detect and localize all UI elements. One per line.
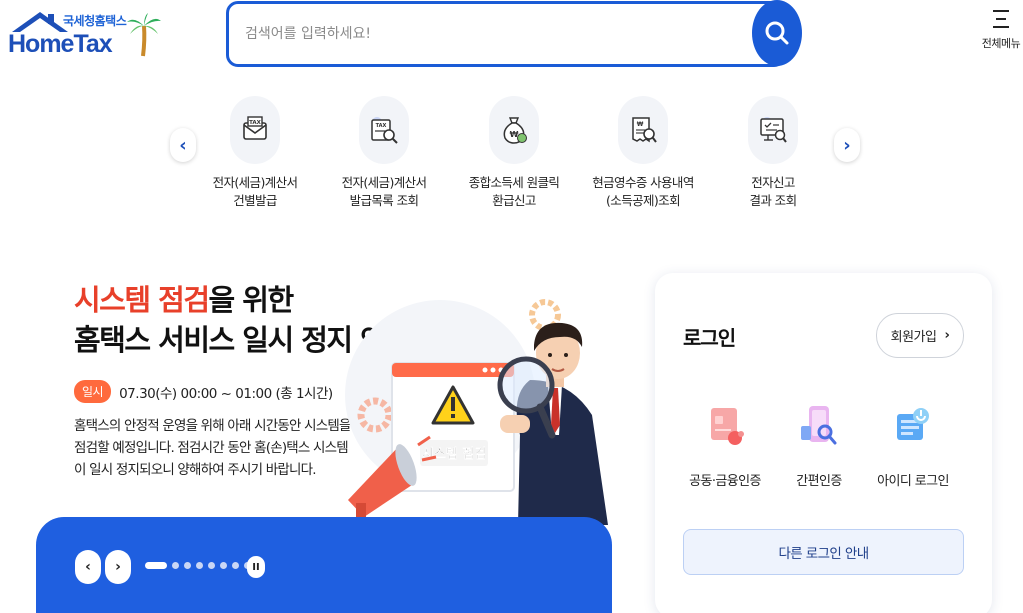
pagination-dot[interactable] [232, 562, 239, 569]
banner-next-button[interactable]: › [105, 550, 131, 584]
quick-menu-icon-bg: ₩ [618, 96, 668, 164]
login-method-icon-wrap [885, 398, 941, 454]
chevron-right-icon: › [944, 328, 950, 343]
quick-menu-label: 현금영수증 사용내역 (소득공제)조회 [592, 175, 694, 208]
quick-menu-icon-bg: TAX [230, 96, 280, 164]
banner-title-rest: 을 위한 [208, 283, 295, 317]
search-box [226, 1, 786, 67]
quick-menu-next-button[interactable]: › [834, 128, 860, 162]
schedule-time: 07.30(수) 00:00 ~ 01:00 (총 1시간) [119, 385, 333, 402]
login-title: 로그인 [683, 326, 736, 350]
phone-auth-icon [801, 406, 837, 445]
login-method-label: 아이디 로그인 [877, 474, 949, 489]
sign-up-button[interactable]: 회원가입 › [876, 313, 964, 358]
report-result-icon [760, 117, 787, 143]
hamburger-icon [993, 10, 1009, 28]
hometax-logo[interactable]: 국세청홈택스 HomeTax [8, 10, 163, 62]
businessman-figure [516, 322, 608, 525]
sign-up-label: 회원가입 [890, 330, 937, 345]
banner-description: 홈택스의 안정적 운영을 위해 아래 시간동안 시스템을 점검할 예정입니다. … [74, 418, 351, 478]
certificate-card-icon [711, 408, 744, 445]
id-login-icon [897, 408, 929, 440]
pagination-dot[interactable] [196, 562, 203, 569]
maintenance-illustration: 시스템 점검 [345, 299, 608, 525]
svg-text:₩: ₩ [637, 121, 644, 128]
receipt-search-icon: ₩ [632, 117, 657, 143]
quick-menu-icon-bg: ₩ [489, 96, 539, 164]
login-method-label: 공동·금융인증 [689, 474, 761, 489]
login-method-label: 간편인증 [796, 474, 842, 489]
svg-text:TAX: TAX [249, 120, 262, 126]
quick-menu-item-refund-report[interactable]: ₩ 종합소득세 원클릭 환급신고 [454, 96, 574, 210]
simple-auth-login-button[interactable]: 간편인증 [771, 398, 867, 489]
refund-money-bag-icon: ₩ [503, 117, 527, 144]
quick-menu-icon-bg [748, 96, 798, 164]
quick-menu-item-invoice-list[interactable]: TAX 전자(세금)계산서 발급목록 조회 [324, 96, 444, 210]
all-menu-button[interactable]: 전체메뉴 [980, 8, 1022, 51]
banner-pagination [145, 562, 256, 569]
pagination-dot[interactable] [145, 562, 167, 569]
pagination-dot[interactable] [172, 562, 179, 569]
palm-tree-icon [127, 13, 161, 57]
quick-menu-item-invoice-issue[interactable]: TAX 전자(세금)계산서 건별발급 [195, 96, 315, 210]
banner-title-highlight: 시스템 점검 [74, 283, 210, 317]
quick-menu-label: 전자신고 결과 조회 [749, 175, 798, 208]
pagination-dot[interactable] [208, 562, 215, 569]
all-menu-label: 전체메뉴 [981, 37, 1021, 50]
banner-schedule: 일시 07.30(수) 00:00 ~ 01:00 (총 1시간) [74, 380, 333, 403]
quick-menu-label: 전자(세금)계산서 건별발급 [212, 175, 298, 208]
certificate-login-button[interactable]: 공동·금융인증 [677, 398, 773, 489]
search-icon [765, 21, 789, 45]
banner-prev-button[interactable]: ‹ [75, 550, 101, 584]
invoice-search-icon: TAX [371, 117, 398, 144]
search-input[interactable] [245, 18, 725, 50]
tax-invoice-icon: TAX [243, 116, 267, 140]
svg-text:TAX: TAX [376, 123, 387, 129]
quick-menu-icon-bg: TAX [359, 96, 409, 164]
schedule-badge: 일시 [74, 380, 112, 403]
pagination-dot[interactable] [220, 562, 227, 569]
logo-wordmark: HomeTax [8, 30, 113, 58]
quick-menu-item-cash-receipt[interactable]: ₩ 현금영수증 사용내역 (소득공제)조회 [583, 96, 703, 210]
quick-menu-item-e-report-result[interactable]: 전자신고 결과 조회 [713, 96, 833, 210]
quick-menu-prev-button[interactable]: ‹ [170, 128, 196, 162]
quick-menu-label: 종합소득세 원클릭 환급신고 [468, 175, 560, 208]
hometax-main-page: 국세청홈택스 HomeTax 전체메뉴 ‹ › [0, 0, 1023, 613]
other-login-info-button[interactable]: 다른 로그인 안내 [683, 529, 964, 575]
logo-subtitle: 국세청홈택스 [63, 14, 127, 28]
pagination-dot[interactable] [184, 562, 191, 569]
illustration-sign-text: 시스템 점검 [422, 447, 486, 462]
quick-menu-label: 전자(세금)계산서 발급목록 조회 [341, 175, 427, 208]
id-login-button[interactable]: 아이디 로그인 [865, 398, 961, 489]
login-method-icon-wrap [791, 398, 847, 454]
login-method-icon-wrap [697, 398, 753, 454]
banner-pause-button[interactable]: II [247, 556, 265, 578]
search-button[interactable] [752, 0, 802, 66]
magnifier-icon [497, 356, 556, 439]
